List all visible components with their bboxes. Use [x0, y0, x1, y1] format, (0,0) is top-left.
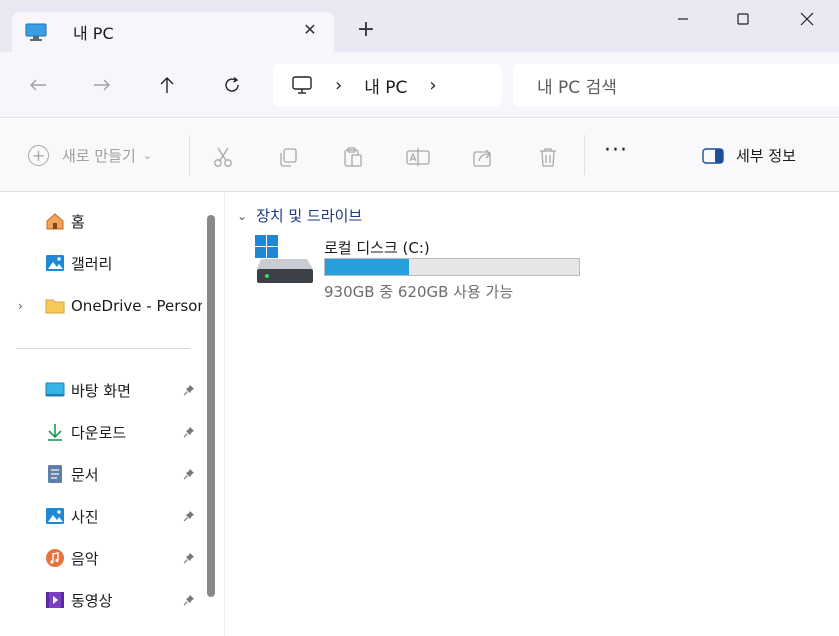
pin-icon[interactable]: [182, 467, 196, 481]
chevron-right-icon[interactable]: ›: [18, 299, 23, 313]
close-tab-icon[interactable]: ✕: [302, 22, 318, 38]
cut-icon[interactable]: [211, 145, 235, 169]
sidebar-item-gallery[interactable]: 갤러리: [0, 245, 205, 281]
group-header-devices[interactable]: ⌄ 장치 및 드라이브: [237, 205, 362, 226]
monitor-icon: [25, 23, 47, 41]
sidebar-item-videos[interactable]: 동영상: [0, 582, 205, 618]
command-bar: + 새로 만들기 ⌄ ··· 세부 정보: [0, 119, 839, 192]
sidebar-item-documents[interactable]: 문서: [0, 456, 205, 492]
chevron-down-icon[interactable]: ⌄: [237, 209, 247, 223]
breadcrumb-this-pc[interactable]: 내 PC: [364, 73, 407, 98]
drive-item-c[interactable]: 로컬 디스크 (C:) 930GB 중 620GB 사용 가능: [255, 235, 585, 301]
group-header-label: 장치 및 드라이브: [256, 207, 363, 225]
paste-icon[interactable]: [341, 145, 365, 169]
tab-title: 내 PC: [73, 24, 114, 43]
gallery-icon: [45, 253, 65, 273]
pin-icon[interactable]: [182, 383, 196, 397]
hard-drive-icon: [255, 235, 315, 287]
navigation-pane: 홈 갤러리 › OneDrive - Person 바탕 화면 다운로드 문서 …: [0, 193, 222, 636]
new-button[interactable]: + 새로 만들기 ⌄: [28, 145, 152, 166]
sidebar-item-onedrive[interactable]: › OneDrive - Person: [0, 288, 205, 324]
toolbar-divider: [584, 135, 585, 175]
details-pane-icon: [702, 147, 724, 164]
sidebar-divider: [16, 348, 190, 349]
minimize-button[interactable]: [672, 8, 694, 30]
share-icon[interactable]: [471, 145, 495, 169]
forward-button[interactable]: [91, 74, 113, 96]
chevron-right-icon[interactable]: ›: [429, 75, 436, 96]
new-tab-button[interactable]: +: [356, 19, 376, 41]
address-bar[interactable]: › 내 PC ›: [273, 64, 502, 106]
download-icon: [45, 422, 65, 442]
sidebar-item-music[interactable]: 음악: [0, 540, 205, 576]
drive-usage-bar: [324, 258, 580, 276]
search-input[interactable]: 내 PC 검색: [513, 64, 839, 106]
chevron-down-icon: ⌄: [142, 149, 152, 162]
close-window-button[interactable]: [796, 8, 818, 30]
back-button[interactable]: [27, 74, 49, 96]
video-icon: [45, 590, 65, 610]
copy-icon[interactable]: [276, 145, 300, 169]
sidebar-item-downloads[interactable]: 다운로드: [0, 414, 205, 450]
drive-usage-fill: [325, 259, 409, 275]
refresh-button[interactable]: [221, 74, 243, 96]
sidebar-item-pictures[interactable]: 사진: [0, 498, 205, 534]
drive-usage-text: 930GB 중 620GB 사용 가능: [324, 283, 514, 301]
delete-icon[interactable]: [536, 145, 560, 169]
more-options-button[interactable]: ···: [604, 140, 628, 162]
music-icon: [45, 548, 65, 568]
plus-circle-icon: +: [28, 145, 49, 166]
pin-icon[interactable]: [182, 551, 196, 565]
pictures-icon: [45, 506, 65, 526]
details-pane-label: 세부 정보: [736, 147, 796, 165]
pin-icon[interactable]: [182, 593, 196, 607]
new-button-label: 새로 만들기: [62, 147, 136, 165]
sidebar-scrollbar[interactable]: [207, 215, 215, 597]
computer-icon: [291, 75, 313, 95]
maximize-button[interactable]: [732, 8, 754, 30]
folder-icon: [45, 296, 65, 316]
desktop-icon: [45, 380, 65, 400]
sidebar-item-desktop[interactable]: 바탕 화면: [0, 372, 205, 408]
chevron-right-icon[interactable]: ›: [335, 75, 342, 96]
document-icon: [45, 464, 65, 484]
details-pane-button[interactable]: 세부 정보: [702, 145, 796, 166]
drive-name: 로컬 디스크 (C:): [324, 239, 430, 257]
home-icon: [45, 211, 65, 231]
address-row: › 내 PC › 내 PC 검색: [0, 52, 839, 118]
up-button[interactable]: [156, 74, 178, 96]
pin-icon[interactable]: [182, 425, 196, 439]
toolbar-divider: [189, 135, 190, 175]
title-bar: 내 PC ✕ +: [0, 0, 839, 52]
pin-icon[interactable]: [182, 509, 196, 523]
rename-icon[interactable]: [406, 145, 430, 169]
content-pane: ⌄ 장치 및 드라이브 로컬 디스크 (C:) 930GB 중 620GB 사용…: [225, 193, 839, 636]
sidebar-item-home[interactable]: 홈: [0, 203, 205, 239]
tab-this-pc[interactable]: 내 PC ✕: [12, 12, 334, 52]
